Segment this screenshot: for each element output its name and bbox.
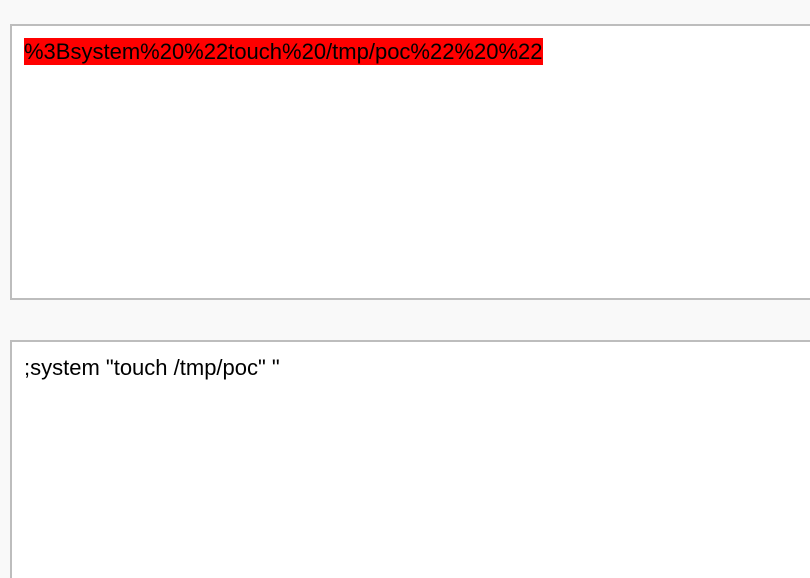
decoded-output-textarea[interactable]: ;system "touch /tmp/poc" ": [10, 340, 810, 578]
encoded-input-text: %3Bsystem%20%22touch%20/tmp/poc%22%20%22: [24, 38, 543, 65]
decoded-output-text: ;system "touch /tmp/poc" ": [24, 355, 280, 380]
encoded-input-textarea[interactable]: %3Bsystem%20%22touch%20/tmp/poc%22%20%22: [10, 24, 810, 300]
